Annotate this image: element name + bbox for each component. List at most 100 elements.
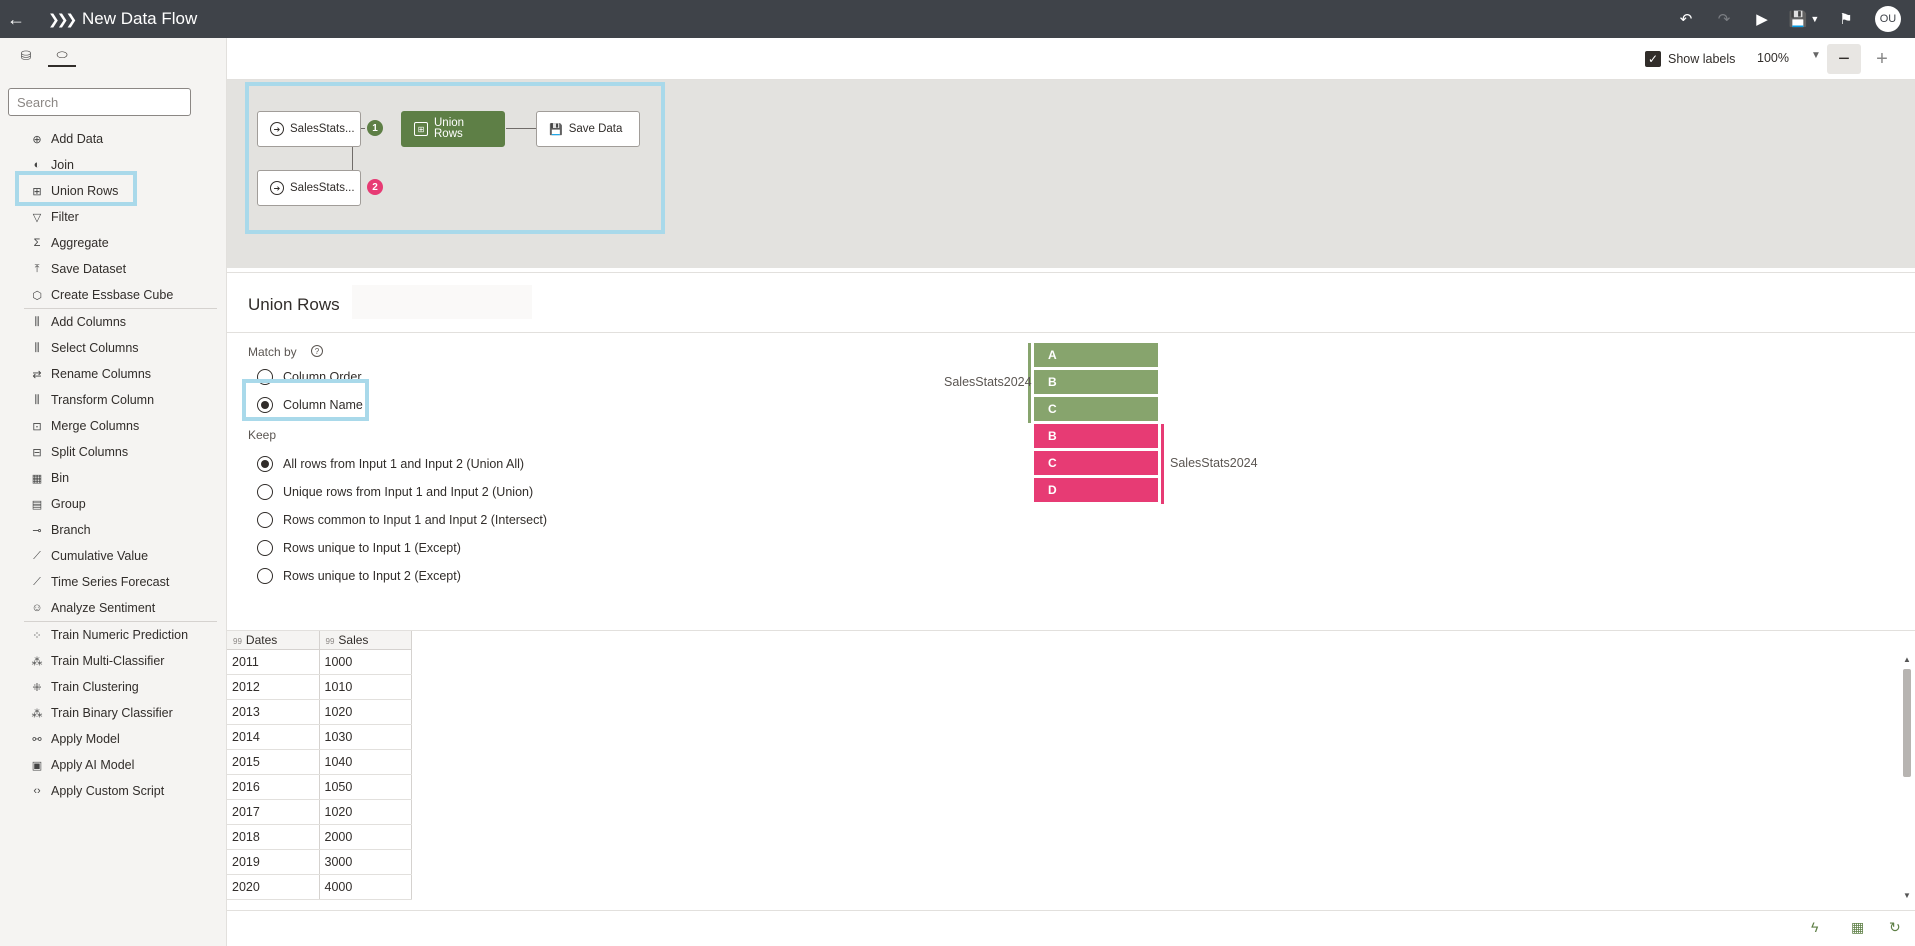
step-train-multi-classifier[interactable]: ⁂ Train Multi-Classifier (0, 648, 227, 674)
clustering-icon: ⁜ (32, 681, 42, 694)
step-label: Transform Column (51, 393, 155, 407)
keep-option[interactable]: Rows unique to Input 2 (Except) (257, 568, 461, 584)
step-name-field[interactable] (352, 285, 532, 319)
upload-icon: ⤒ (34, 262, 40, 275)
canvas-toolbar: ✓ Show labels 100% ▼ − + (227, 38, 1915, 80)
scroll-down-icon[interactable]: ▼ (1903, 891, 1911, 900)
radio-button[interactable] (257, 484, 273, 500)
back-arrow-icon[interactable]: ← (2, 0, 30, 38)
step-add-data[interactable]: ⊕ Add Data (0, 126, 227, 152)
show-labels-label: Show labels (1668, 52, 1736, 66)
undo-icon[interactable]: ↶ (1671, 0, 1701, 38)
redo-icon[interactable]: ↷ (1709, 0, 1739, 38)
app-logo-icon: ❯❯❯ (48, 10, 77, 27)
help-icon[interactable]: ? (311, 345, 323, 357)
step-train-numeric-prediction[interactable]: ⁘ Train Numeric Prediction (0, 622, 227, 648)
step-label: Train Clustering (51, 680, 139, 694)
step-label: Join (51, 158, 74, 172)
zoom-in-button[interactable]: + (1865, 44, 1899, 74)
step-time-series-forecast[interactable]: ⟋ Time Series Forecast (0, 569, 227, 595)
input1-column: B (1034, 370, 1158, 394)
table-cell: 2000 (319, 824, 412, 850)
input2-name: SalesStats2024 (1170, 456, 1258, 470)
table-cell: 2018 (227, 824, 320, 850)
table-row: 2017 1020 (227, 799, 412, 825)
radio-label: Rows unique to Input 2 (Except) (283, 569, 461, 583)
table-row: 2015 1040 (227, 749, 412, 775)
input1-name: SalesStats2024 (944, 375, 1032, 389)
keep-label: Keep (248, 428, 277, 442)
table-row: 2018 2000 (227, 824, 412, 850)
step-cumulative-value[interactable]: ⟋ Cumulative Value (0, 543, 227, 569)
step-apply-ai-model[interactable]: ▣ Apply AI Model (0, 752, 227, 778)
show-labels-checkbox[interactable]: ✓ (1645, 51, 1661, 67)
steps-panel: ⛁ ⬭ ⊕Add Data◐Join⊞Union Rows▽FilterΣAgg… (0, 38, 227, 946)
bookmark-icon[interactable]: ⚑ (1831, 0, 1861, 38)
save-menu-icon[interactable]: 💾 ▼ (1785, 0, 1823, 38)
input2-column: C (1034, 451, 1158, 475)
step-label: Merge Columns (51, 419, 140, 433)
scrollbar-thumb[interactable] (1903, 669, 1911, 777)
step-train-clustering[interactable]: ⁜ Train Clustering (0, 674, 227, 700)
grid-scrollbar[interactable]: ▲ ▼ (1901, 653, 1913, 903)
user-avatar[interactable]: OU (1875, 6, 1901, 32)
step-train-binary-classifier[interactable]: ⁂ Train Binary Classifier (0, 700, 227, 726)
column-header-sales[interactable]: 99 Sales (319, 631, 412, 650)
column-header-dates[interactable]: 99 Dates (227, 631, 320, 650)
keep-option[interactable]: Rows common to Input 1 and Input 2 (Inte… (257, 512, 547, 528)
table-row: 2019 3000 (227, 849, 412, 875)
steps-tab-icon[interactable]: ⬭ (48, 45, 76, 67)
step-label: Apply AI Model (51, 758, 135, 772)
top-bar: ← ❯❯❯ New Data Flow ↶ ↷ ▶ 💾 ▼ ⚑ OU (0, 0, 1915, 38)
step-label: Select Columns (51, 341, 139, 355)
step-group[interactable]: ▤ Group (0, 491, 227, 517)
step-branch[interactable]: ⊸ Branch (0, 517, 227, 543)
panel-tabs: ⛁ ⬭ (0, 38, 226, 74)
step-label: Save Dataset (51, 262, 127, 276)
table-cell: 2014 (227, 724, 320, 750)
flow-canvas: ➔ SalesStats... ➔ SalesStats... 1 2 ⊞ Un… (227, 80, 1915, 268)
union-rows-highlight (15, 171, 137, 206)
table-view-icon[interactable]: ▦ (1851, 919, 1864, 936)
radio-button[interactable] (257, 456, 273, 472)
zoom-dropdown-icon[interactable]: ▼ (1811, 50, 1821, 61)
radio-button[interactable] (257, 568, 273, 584)
step-analyze-sentiment[interactable]: ☺ Analyze Sentiment (0, 595, 227, 621)
step-rename-columns[interactable]: ⇄ Rename Columns (0, 361, 227, 387)
step-label: Apply Model (51, 732, 120, 746)
lightning-icon[interactable]: ϟ (1811, 919, 1818, 935)
keep-option[interactable]: Rows unique to Input 1 (Except) (257, 540, 461, 556)
text-type-icon: 99 (233, 636, 242, 646)
step-add-columns[interactable]: ⫼ Add Columns (0, 309, 227, 335)
run-icon[interactable]: ▶ (1747, 0, 1777, 38)
keep-option[interactable]: All rows from Input 1 and Input 2 (Union… (257, 456, 524, 472)
step-split-columns[interactable]: ⊟ Split Columns (0, 439, 227, 465)
flow-highlight (245, 82, 665, 234)
keep-option[interactable]: Unique rows from Input 1 and Input 2 (Un… (257, 484, 533, 500)
input1-column: C (1034, 397, 1158, 421)
table-cell: 2020 (227, 874, 320, 900)
step-label: Analyze Sentiment (51, 601, 156, 615)
zoom-out-button[interactable]: − (1827, 44, 1861, 74)
step-transform-column[interactable]: ⫼ Transform Column (0, 387, 227, 413)
step-merge-columns[interactable]: ⊡ Merge Columns (0, 413, 227, 439)
step-filter[interactable]: ▽ Filter (0, 204, 227, 230)
table-row: 2011 1000 (227, 649, 412, 675)
step-label: Train Numeric Prediction (51, 628, 189, 642)
preview-icon[interactable]: ↻ (1889, 919, 1901, 936)
search-input[interactable] (8, 88, 191, 116)
split-columns-icon: ⊟ (32, 446, 42, 459)
step-bin[interactable]: ▦ Bin (0, 465, 227, 491)
step-aggregate[interactable]: Σ Aggregate (0, 230, 227, 256)
step-create-essbase-cube[interactable]: ⬡ Create Essbase Cube (0, 282, 227, 308)
step-apply-model[interactable]: ⚯ Apply Model (0, 726, 227, 752)
radio-button[interactable] (257, 540, 273, 556)
table-cell: 1050 (319, 774, 412, 800)
data-tab-icon[interactable]: ⛁ (12, 45, 40, 67)
step-apply-custom-script[interactable]: ‹› Apply Custom Script (0, 778, 227, 804)
scroll-up-icon[interactable]: ▲ (1903, 655, 1911, 664)
radio-button[interactable] (257, 512, 273, 528)
step-save-dataset[interactable]: ⤒ Save Dataset (0, 256, 227, 282)
step-label: Group (51, 497, 86, 511)
step-select-columns[interactable]: ⫼ Select Columns (0, 335, 227, 361)
